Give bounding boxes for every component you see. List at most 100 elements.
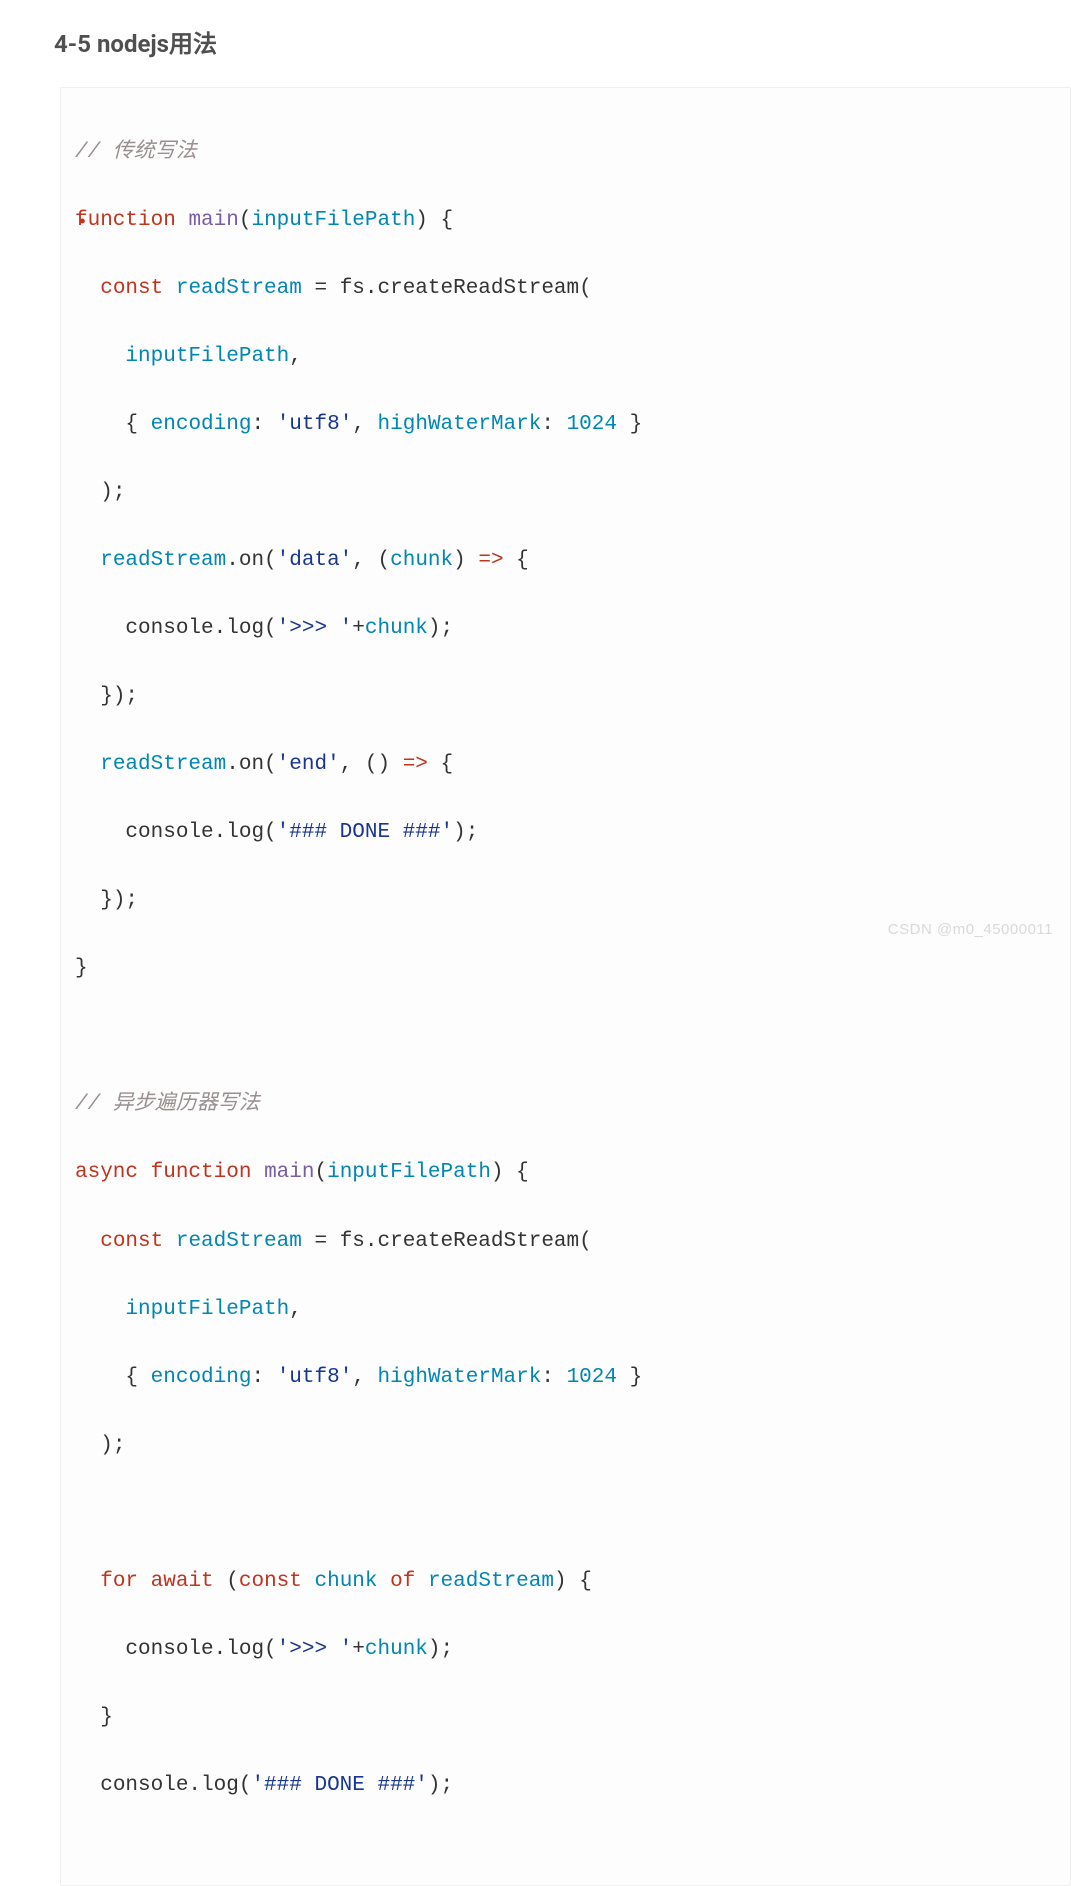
punct: , ()	[340, 753, 403, 776]
punct: });	[100, 685, 138, 708]
call: console.log(	[100, 1774, 251, 1797]
code-line: });	[75, 680, 1056, 714]
punct: =	[302, 277, 340, 300]
ident: readStream	[176, 277, 302, 300]
ident: chunk	[365, 617, 428, 640]
string: 'data'	[277, 549, 353, 572]
function-name: main	[264, 1161, 314, 1184]
prop: highWaterMark	[378, 413, 542, 436]
call: fs.createReadStream(	[340, 1230, 592, 1253]
punct: ,	[289, 345, 302, 368]
string: '### DONE ###'	[277, 821, 453, 844]
section-heading: 4-5 nodejs用法	[54, 24, 1071, 59]
number: 1024	[567, 1366, 617, 1389]
punct: :	[541, 413, 566, 436]
punct: :	[541, 1366, 566, 1389]
string: '>>> '	[277, 617, 353, 640]
ident: readStream	[100, 549, 226, 572]
keyword: function	[151, 1161, 252, 1184]
code-line: readStream.on('data', (chunk) => {	[75, 544, 1056, 578]
function-name: main	[188, 209, 238, 232]
punct: :	[251, 1366, 276, 1389]
call: fs.createReadStream(	[340, 277, 592, 300]
punct: {	[125, 413, 150, 436]
code-line: const readStream = fs.createReadStream(	[75, 272, 1056, 306]
code-line	[75, 1497, 1056, 1531]
punct: :	[251, 413, 276, 436]
ident: inputFilePath	[125, 1298, 289, 1321]
breakpoint-dot-icon: •	[77, 214, 88, 232]
watermark-text: CSDN @m0_45000011	[888, 921, 1053, 938]
punct: ,	[289, 1298, 302, 1321]
keyword: const	[239, 1570, 302, 1593]
code-line: // 传统写法	[75, 136, 1056, 170]
call: .on(	[226, 549, 276, 572]
ident: readStream	[428, 1570, 554, 1593]
punct: });	[100, 889, 138, 912]
keyword: await	[151, 1570, 214, 1593]
code-line: { encoding: 'utf8', highWaterMark: 1024 …	[75, 1361, 1056, 1395]
code-line: inputFilePath,	[75, 1293, 1056, 1327]
code-line: );	[75, 1429, 1056, 1463]
ident: inputFilePath	[125, 345, 289, 368]
code-line: console.log('### DONE ###');	[75, 1769, 1056, 1803]
code-line: });	[75, 884, 1056, 918]
punct: );	[428, 1774, 453, 1797]
punct: ) {	[554, 1570, 592, 1593]
punct: );	[428, 1638, 453, 1661]
call: console.log(	[125, 821, 276, 844]
punct: }	[617, 1366, 642, 1389]
punct: );	[100, 1434, 125, 1457]
comment: // 异步遍历器写法	[75, 1093, 260, 1116]
punct: ,	[352, 1366, 377, 1389]
op: +	[352, 617, 365, 640]
param: chunk	[390, 549, 453, 572]
punct: }	[100, 1706, 113, 1729]
keyword: for	[100, 1570, 138, 1593]
keyword: function	[75, 209, 176, 232]
call: console.log(	[125, 617, 276, 640]
prop: encoding	[151, 413, 252, 436]
code-line: console.log('>>> '+chunk);	[75, 612, 1056, 646]
code-line: // 异步遍历器写法	[75, 1088, 1056, 1122]
string: '### DONE ###'	[251, 1774, 427, 1797]
prop: encoding	[151, 1366, 252, 1389]
call: .on(	[226, 753, 276, 776]
code-line: console.log('>>> '+chunk);	[75, 1633, 1056, 1667]
param: inputFilePath	[251, 209, 415, 232]
punct: );	[428, 617, 453, 640]
code-line: console.log('### DONE ###');	[75, 816, 1056, 850]
number: 1024	[567, 413, 617, 436]
punct: }	[75, 957, 88, 980]
code-block: // 传统写法 •function main(inputFilePath) { …	[60, 87, 1071, 1886]
code-line: readStream.on('end', () => {	[75, 748, 1056, 782]
keyword: const	[100, 1230, 163, 1253]
punct: ) {	[415, 209, 453, 232]
punct: );	[100, 481, 125, 504]
punct: {	[428, 753, 453, 776]
page-root: 4-5 nodejs用法 // 传统写法 •function main(inpu…	[0, 0, 1071, 1886]
code-line: { encoding: 'utf8', highWaterMark: 1024 …	[75, 408, 1056, 442]
code-line: );	[75, 476, 1056, 510]
call: console.log(	[125, 1638, 276, 1661]
punct: (	[214, 1570, 239, 1593]
code-line: }	[75, 952, 1056, 986]
arrow-op: =>	[403, 753, 428, 776]
comment: // 传统写法	[75, 141, 197, 164]
string: '>>> '	[277, 1638, 353, 1661]
string: 'end'	[277, 753, 340, 776]
ident: chunk	[365, 1638, 428, 1661]
code-line: for await (const chunk of readStream) {	[75, 1565, 1056, 1599]
op: +	[352, 1638, 365, 1661]
string: 'utf8'	[277, 1366, 353, 1389]
code-line: async function main(inputFilePath) {	[75, 1156, 1056, 1190]
string: 'utf8'	[277, 413, 353, 436]
punct: , (	[352, 549, 390, 572]
punct: }	[617, 413, 642, 436]
param: inputFilePath	[327, 1161, 491, 1184]
ident: readStream	[176, 1230, 302, 1253]
ident: chunk	[315, 1570, 378, 1593]
code-line: const readStream = fs.createReadStream(	[75, 1225, 1056, 1259]
punct: );	[453, 821, 478, 844]
punct: ) {	[491, 1161, 529, 1184]
